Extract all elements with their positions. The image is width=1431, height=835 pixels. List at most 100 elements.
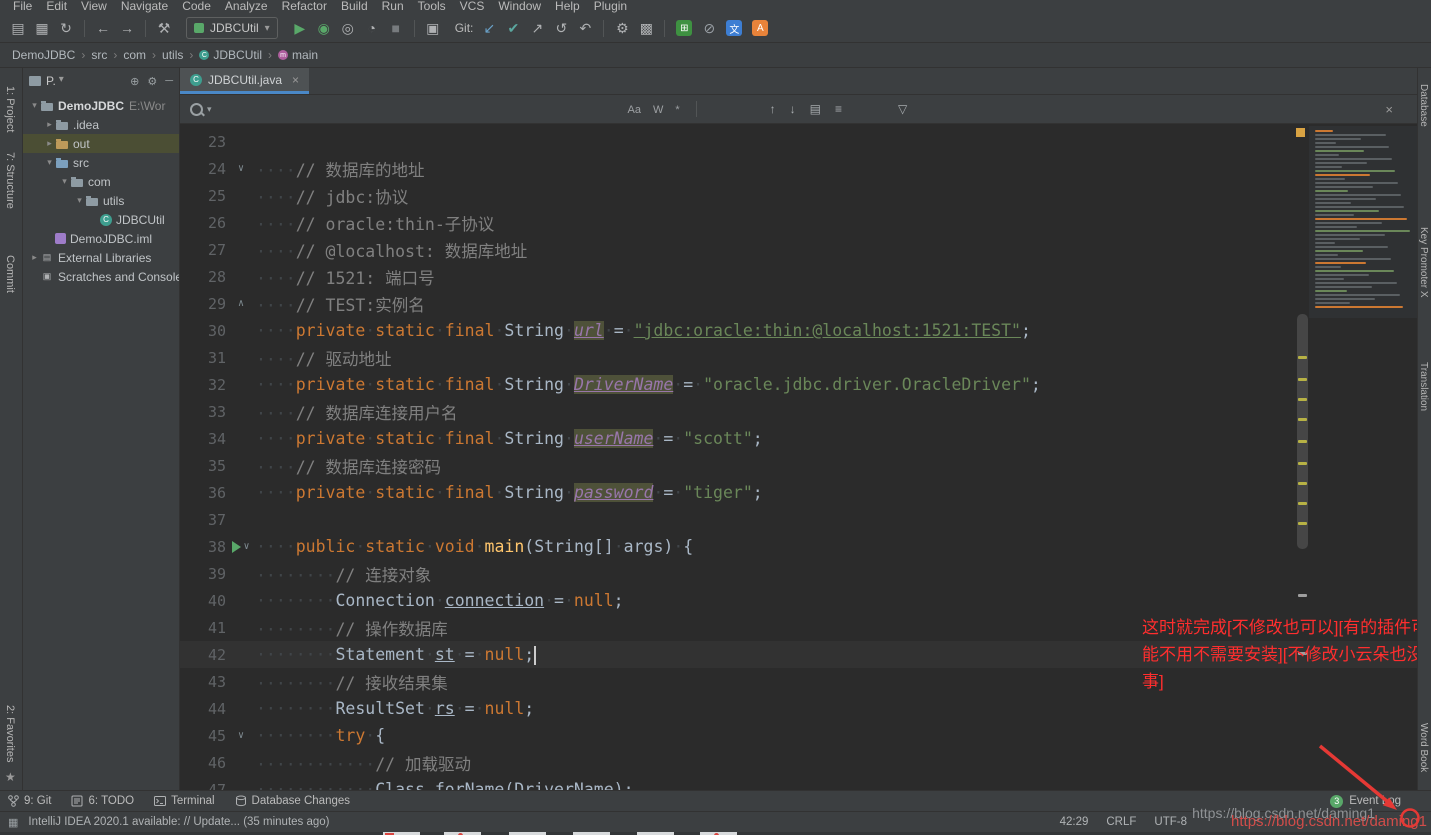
- code-line-24[interactable]: 24∨····// 数据库的地址: [180, 155, 1417, 182]
- project-view-selector[interactable]: P. ▾: [46, 74, 64, 88]
- code-text[interactable]: ····// @localhost: 数据库地址: [256, 238, 527, 262]
- regex-toggle[interactable]: *: [669, 102, 685, 118]
- filter-icon[interactable]: ▽: [891, 102, 914, 116]
- coverage-icon[interactable]: ◎: [336, 17, 360, 39]
- code-text[interactable]: ········Statement·st·=·null;: [256, 645, 536, 665]
- toolwindow-button-terminal[interactable]: Terminal: [154, 795, 214, 807]
- tree-arrow-icon[interactable]: ▸: [44, 138, 55, 149]
- code-line-30[interactable]: 30····private·static·final·String·url·=·…: [180, 317, 1417, 344]
- tree-item-demojdbc-iml[interactable]: DemoJDBC.iml: [23, 229, 179, 248]
- line-number[interactable]: 30: [180, 322, 226, 340]
- line-number[interactable]: 43: [180, 673, 226, 691]
- tree-arrow-icon[interactable]: ▸: [29, 252, 40, 263]
- line-number[interactable]: 36: [180, 484, 226, 502]
- stripe-translation[interactable]: Translation: [1418, 362, 1429, 411]
- favorites-star-icon[interactable]: ★: [5, 770, 16, 784]
- code-line-28[interactable]: 28····// 1521: 端口号: [180, 263, 1417, 290]
- git-push-icon[interactable]: ↗: [525, 17, 549, 39]
- menu-vcs[interactable]: VCS: [453, 0, 492, 14]
- line-number[interactable]: 37: [180, 511, 226, 529]
- git-commit-icon[interactable]: ✔: [501, 17, 525, 39]
- code-text[interactable]: ········try·{: [256, 726, 385, 745]
- breadcrumb-jdbcutil[interactable]: CJDBCUtil: [199, 48, 262, 62]
- prev-occurrence-icon[interactable]: ↑: [763, 102, 783, 116]
- line-number[interactable]: 34: [180, 430, 226, 448]
- code-line-45[interactable]: 45∨········try·{: [180, 722, 1417, 749]
- menu-view[interactable]: View: [74, 0, 114, 14]
- translate-blue-icon[interactable]: 文: [726, 20, 742, 36]
- forward-icon[interactable]: →: [115, 17, 139, 39]
- code-line-40[interactable]: 40········Connection·connection·=·null;: [180, 587, 1417, 614]
- line-number[interactable]: 26: [180, 214, 226, 232]
- line-number[interactable]: 31: [180, 349, 226, 367]
- tree-item-idea[interactable]: ▸.idea: [23, 115, 179, 134]
- tab-jdbcutil-java[interactable]: C JDBCUtil.java ×: [180, 68, 309, 94]
- open-icon[interactable]: ▤: [6, 17, 30, 39]
- code-text[interactable]: ············Class.forName(DriverName);: [256, 780, 634, 790]
- line-number[interactable]: 40: [180, 592, 226, 610]
- tree-item-out[interactable]: ▸out: [23, 134, 179, 153]
- line-number[interactable]: 47: [180, 781, 226, 791]
- stripe-7-structure[interactable]: 7: Structure: [4, 152, 16, 209]
- line-number[interactable]: 35: [180, 457, 226, 475]
- project-structure-icon[interactable]: ▩: [634, 17, 658, 39]
- code-line-36[interactable]: 36····private·static·final·String·passwo…: [180, 479, 1417, 506]
- editor-scrollbar[interactable]: [1297, 314, 1308, 549]
- code-line-37[interactable]: 37: [180, 506, 1417, 533]
- tree-item-demojdbc[interactable]: ▾DemoJDBCE:\Wor: [23, 96, 179, 115]
- close-search-icon[interactable]: ×: [1385, 102, 1407, 117]
- stripe-2-favorites[interactable]: 2: Favorites: [4, 705, 16, 762]
- run-gutter-icon[interactable]: [232, 541, 241, 553]
- code-text[interactable]: ····// jdbc:协议: [256, 184, 408, 208]
- rollback-icon[interactable]: ↶: [573, 17, 597, 39]
- code-text[interactable]: ········// 操作数据库: [256, 616, 448, 640]
- code-text[interactable]: ····// 驱动地址: [256, 346, 392, 370]
- code-text[interactable]: ····// 数据库连接密码: [256, 454, 441, 478]
- fold-icon[interactable]: ∨: [238, 730, 244, 741]
- toolwindow-quick-access-icon[interactable]: ▦: [8, 816, 18, 829]
- code-text[interactable]: ····// oracle:thin-子协议: [256, 211, 494, 235]
- line-number[interactable]: 32: [180, 376, 226, 394]
- run-icon[interactable]: ▶: [288, 17, 312, 39]
- line-number[interactable]: 25: [180, 187, 226, 205]
- code-line-26[interactable]: 26 ····// oracle:thin-子协议: [180, 209, 1417, 236]
- run-config-select[interactable]: JDBCUtil▾: [186, 17, 278, 39]
- stripe-key-promoter-x[interactable]: Key Promoter X: [1418, 227, 1429, 298]
- fold-icon[interactable]: ∧: [238, 298, 244, 309]
- code-line-27[interactable]: 27····// @localhost: 数据库地址: [180, 236, 1417, 263]
- code-line-46[interactable]: 46············// 加载驱动: [180, 749, 1417, 776]
- tree-item-src[interactable]: ▾src: [23, 153, 179, 172]
- locate-icon[interactable]: ⊕: [130, 75, 139, 88]
- history-icon[interactable]: ↺: [549, 17, 573, 39]
- code-line-47[interactable]: 47 ············Class.forName(DriverName);: [180, 776, 1417, 790]
- code-line-23[interactable]: 23: [180, 128, 1417, 155]
- code-line-39[interactable]: 39········// 连接对象: [180, 560, 1417, 587]
- search-options-icon[interactable]: ≡: [828, 102, 849, 116]
- line-number[interactable]: 42: [180, 646, 226, 664]
- line-number[interactable]: 39: [180, 565, 226, 583]
- stripe-1-project[interactable]: 1: Project: [4, 86, 16, 132]
- stop-icon[interactable]: ■: [384, 17, 408, 39]
- code-text[interactable]: ········ResultSet·rs·=·null;: [256, 699, 534, 718]
- code-text[interactable]: ····// 数据库连接用户名: [256, 400, 458, 424]
- status-message[interactable]: IntelliJ IDEA 2020.1 available: // Updat…: [28, 816, 329, 828]
- menu-tools[interactable]: Tools: [411, 0, 453, 14]
- menu-help[interactable]: Help: [548, 0, 587, 14]
- tree-item-external-libraries[interactable]: ▸▤External Libraries: [23, 248, 179, 267]
- close-tab-icon[interactable]: ×: [292, 73, 299, 87]
- tree-item-utils[interactable]: ▾utils: [23, 191, 179, 210]
- caret-position[interactable]: 42:29: [1060, 816, 1089, 828]
- menu-refactor[interactable]: Refactor: [275, 0, 334, 14]
- save-all-icon[interactable]: ▦: [30, 17, 54, 39]
- search-history-caret[interactable]: ▾: [207, 104, 212, 115]
- find-all-icon[interactable]: ▤: [803, 102, 828, 116]
- line-number[interactable]: 28: [180, 268, 226, 286]
- stripe-commit[interactable]: Commit: [4, 255, 16, 293]
- tree-arrow-icon[interactable]: ▸: [44, 119, 55, 130]
- warning-stripe-mark[interactable]: [1298, 594, 1307, 597]
- match-case-toggle[interactable]: Aa: [622, 102, 647, 118]
- line-number[interactable]: 24: [180, 160, 226, 178]
- plugin-grid-icon[interactable]: ⊞: [676, 20, 692, 36]
- menu-run[interactable]: Run: [375, 0, 411, 14]
- words-toggle[interactable]: W: [647, 102, 669, 118]
